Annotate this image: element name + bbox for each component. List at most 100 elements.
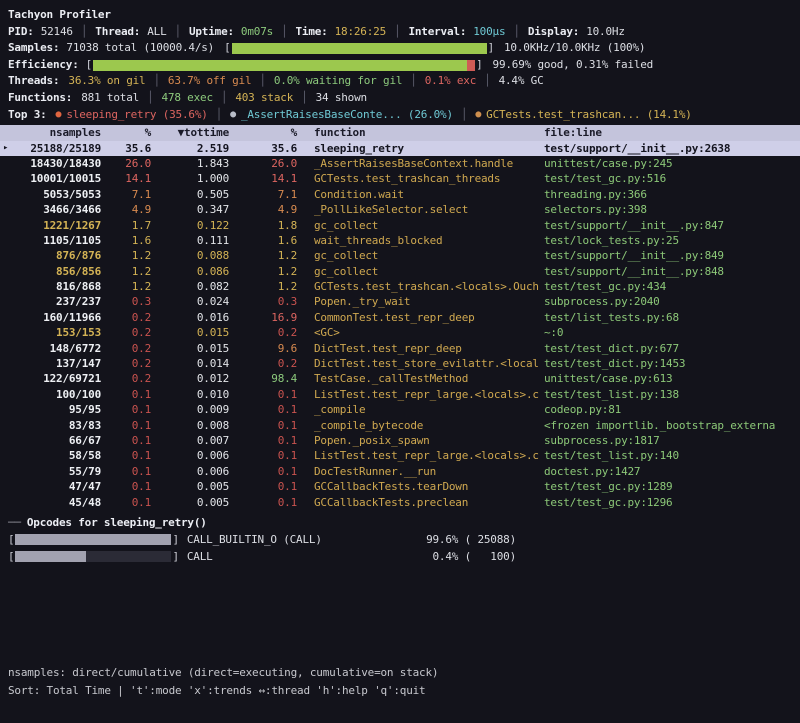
silver-medal-icon: ●	[230, 107, 236, 124]
cell-nsamples: 45/48	[8, 495, 104, 510]
cell-pct-cum: 1.2	[232, 264, 300, 279]
cell-function: sleeping_retry	[300, 141, 540, 156]
table-row[interactable]: 3466/3466 4.9 0.347 4.9 _PollLikeSelecto…	[0, 202, 800, 217]
cell-pct-cum: 0.1	[232, 418, 300, 433]
function-stat: 881 total	[81, 90, 139, 107]
table-row[interactable]: 153/153 0.2 0.015 0.2 <GC> ~:0	[0, 325, 800, 340]
table-row[interactable]: 137/147 0.2 0.014 0.2 DictTest.test_stor…	[0, 356, 800, 371]
col-nsamples[interactable]: nsamples	[8, 125, 104, 140]
col-pct-cum[interactable]: %	[232, 125, 300, 140]
samples-rate: 10.0KHz/10.0KHz (100%)	[504, 40, 645, 57]
top3-label: Top 3:	[8, 107, 47, 124]
cell-pct-self: 1.6	[104, 233, 154, 248]
table-row[interactable]: 816/868 1.2 0.082 1.2 GCTests.test_trash…	[0, 279, 800, 294]
cell-file-line: subprocess.py:1817	[540, 433, 800, 448]
table-row[interactable]: 58/58 0.1 0.006 0.1 ListTest.test_repr_l…	[0, 448, 800, 463]
cell-file-line: test/lock_tests.py:25	[540, 233, 800, 248]
cell-function: TestCase._callTestMethod	[300, 371, 540, 386]
opcodes-header: ── Opcodes for sleeping_retry()	[8, 515, 800, 532]
table-row[interactable]: 237/237 0.3 0.024 0.3 Popen._try_wait su…	[0, 294, 800, 309]
cell-function: _compile_bytecode	[300, 418, 540, 433]
cell-pct-self: 1.2	[104, 248, 154, 263]
cell-pct-cum: 1.8	[232, 218, 300, 233]
cell-pct-cum: 16.9	[232, 310, 300, 325]
cell-file-line: doctest.py:1427	[540, 464, 800, 479]
col-pct-self[interactable]: %	[104, 125, 154, 140]
app-title: Tachyon Profiler	[8, 7, 800, 24]
cell-nsamples: 3466/3466	[8, 202, 104, 217]
cell-pct-self: 0.1	[104, 402, 154, 417]
table-row[interactable]: 47/47 0.1 0.005 0.1 GCCallbackTests.tear…	[0, 479, 800, 494]
col-tottime-sorted[interactable]: ▼tottime	[154, 125, 232, 140]
bracket-close-icon: ]	[488, 40, 494, 57]
bracket-close-icon: ]	[172, 550, 178, 563]
opcode-list: [ ] CALL_BUILTIN_O (CALL) 99.6% ( 25088)…	[8, 532, 800, 565]
top-function: sleeping_retry (35.6%)	[66, 107, 207, 124]
table-row[interactable]: 95/95 0.1 0.009 0.1 _compile codeop.py:8…	[0, 402, 800, 417]
functions-line: Functions: 881 total│478 exec│403 stack│…	[8, 90, 800, 107]
threads-line: Threads: 36.3% on gil│63.7% off gil│0.0%…	[8, 73, 800, 90]
status-label: Thread:	[95, 24, 140, 41]
table-row[interactable]: 100/100 0.1 0.010 0.1 ListTest.test_repr…	[0, 387, 800, 402]
table-row[interactable]: 122/69721 0.2 0.012 98.4 TestCase._callT…	[0, 371, 800, 386]
efficiency-summary: 99.69% good, 0.31% failed	[493, 57, 654, 74]
table-row[interactable]: 148/6772 0.2 0.015 9.6 DictTest.test_rep…	[0, 341, 800, 356]
bracket-open-icon: [	[224, 40, 230, 57]
samples-bar-track	[232, 43, 487, 54]
separator-icon: │	[81, 24, 87, 41]
bracket-close-icon: ]	[476, 57, 482, 74]
profiler-screen: Tachyon Profiler PID:52146│Thread:ALL│Up…	[0, 0, 800, 723]
separator-icon: │	[221, 90, 227, 107]
opcode-bar-fill	[15, 551, 85, 562]
cell-tottime: 0.007	[154, 433, 232, 448]
table-row[interactable]: 1105/1105 1.6 0.111 1.6 wait_threads_blo…	[0, 233, 800, 248]
thread-stat: 63.7% off gil	[168, 73, 252, 90]
cell-pct-self: 0.1	[104, 495, 154, 510]
cell-nsamples: 122/69721	[8, 371, 104, 386]
cell-pct-cum: 0.1	[232, 402, 300, 417]
table-row[interactable]: 1221/1267 1.7 0.122 1.8 gc_collect test/…	[0, 218, 800, 233]
footer-help-line: nsamples: direct/cumulative (direct=exec…	[8, 664, 438, 682]
table-row[interactable]: 66/67 0.1 0.007 0.1 Popen._posix_spawn s…	[0, 433, 800, 448]
cell-pct-cum: 4.9	[232, 202, 300, 217]
cell-tottime: 0.008	[154, 418, 232, 433]
opcodes-section: ── Opcodes for sleeping_retry() [ ] CALL…	[8, 515, 800, 565]
cell-pct-cum: 1.2	[232, 279, 300, 294]
table-row[interactable]: 55/79 0.1 0.006 0.1 DocTestRunner.__run …	[0, 464, 800, 479]
table-row[interactable]: 5053/5053 7.1 0.505 7.1 Condition.wait t…	[0, 187, 800, 202]
efficiency-bar-track	[93, 60, 475, 71]
efficiency-line: Efficiency: [ ] 99.69% good, 0.31% faile…	[8, 57, 800, 74]
col-function[interactable]: function	[300, 125, 540, 140]
cell-pct-cum: 98.4	[232, 371, 300, 386]
cell-pct-self: 0.1	[104, 418, 154, 433]
samples-line: Samples: 71038 total (10000.4/s) [ ] 10.…	[8, 40, 800, 57]
cell-file-line: test/test_gc.py:434	[540, 279, 800, 294]
table-row[interactable]: 83/83 0.1 0.008 0.1 _compile_bytecode <f…	[0, 418, 800, 433]
cell-nsamples: 856/856	[8, 264, 104, 279]
table-row[interactable]: ▸ 25188/25189 35.6 2.519 35.6 sleeping_r…	[0, 141, 800, 156]
thread-stat: 0.1% exc	[425, 73, 476, 90]
table-row[interactable]: 856/856 1.2 0.086 1.2 gc_collect test/su…	[0, 264, 800, 279]
cell-pct-self: 0.1	[104, 479, 154, 494]
cell-file-line: test/test_list.py:138	[540, 387, 800, 402]
table-row[interactable]: 45/48 0.1 0.005 0.1 GCCallbackTests.prec…	[0, 495, 800, 510]
functions-values: 881 total│478 exec│403 stack│34 shown	[81, 90, 367, 107]
threads-values: 36.3% on gil│63.7% off gil│0.0% waiting …	[68, 73, 543, 90]
table-row[interactable]: 160/11966 0.2 0.016 16.9 CommonTest.test…	[0, 310, 800, 325]
status-label: Uptime:	[189, 24, 234, 41]
cell-tottime: 0.122	[154, 218, 232, 233]
function-stat: 403 stack	[235, 90, 293, 107]
cell-pct-cum: 9.6	[232, 341, 300, 356]
separator-icon: │	[484, 73, 490, 90]
table-row[interactable]: 18430/18430 26.0 1.843 26.0 _AssertRaise…	[0, 156, 800, 171]
table-row[interactable]: 876/876 1.2 0.088 1.2 gc_collect test/su…	[0, 248, 800, 263]
cell-file-line: test/support/__init__.py:847	[540, 218, 800, 233]
col-file-line[interactable]: file:line	[540, 125, 800, 140]
cell-pct-self: 0.2	[104, 356, 154, 371]
cell-file-line: codeop.py:81	[540, 402, 800, 417]
cell-pct-self: 35.6	[104, 141, 154, 156]
cell-pct-cum: 0.1	[232, 433, 300, 448]
opcode-bar-track	[15, 534, 171, 545]
status-label: Time:	[295, 24, 327, 41]
table-row[interactable]: 10001/10015 14.1 1.000 14.1 GCTests.test…	[0, 171, 800, 186]
